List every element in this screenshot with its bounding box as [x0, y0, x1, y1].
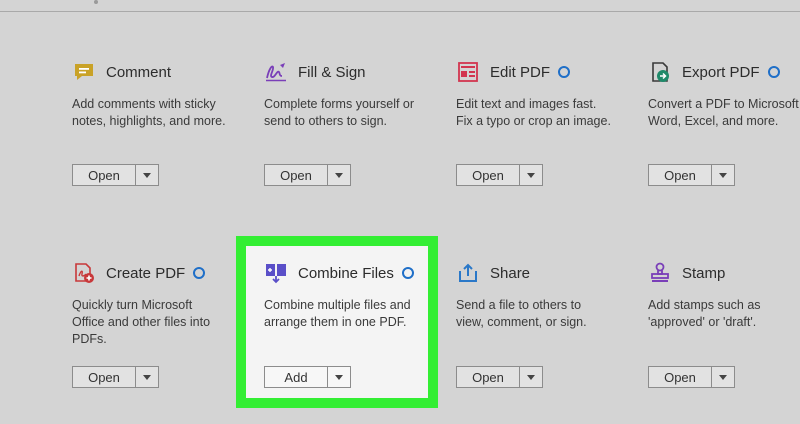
fill-sign-button-group[interactable]: Open [264, 164, 351, 186]
dropdown-arrow-button[interactable] [136, 367, 158, 387]
tool-title: Create PDF [106, 264, 186, 282]
premium-badge-icon [401, 267, 414, 279]
tool-title: Combine Files [298, 264, 394, 282]
open-button[interactable]: Open [649, 165, 712, 185]
chevron-down-icon [335, 374, 343, 380]
edit-pdf-icon [456, 60, 480, 84]
tool-description: Edit text and images fast. Fix a typo or… [456, 97, 611, 128]
chevron-down-icon [719, 374, 727, 380]
tool-share[interactable]: Share Send a file to others to view, com… [456, 261, 631, 331]
tool-title: Export PDF [682, 63, 760, 81]
open-button[interactable]: Open [457, 367, 520, 387]
open-button[interactable]: Open [649, 367, 712, 387]
tool-export-pdf[interactable]: Export PDF Convert a PDF to Microsoft Wo… [648, 60, 800, 130]
dropdown-arrow-button[interactable] [136, 165, 158, 185]
create-pdf-button-group[interactable]: Open [72, 366, 159, 388]
tool-comment[interactable]: Comment Add comments with sticky notes, … [72, 60, 247, 130]
open-button[interactable]: Open [73, 165, 136, 185]
chevron-down-icon [527, 374, 535, 380]
tool-description: Complete forms yourself or send to other… [264, 97, 415, 128]
add-button[interactable]: Add [265, 367, 328, 387]
create-pdf-icon [72, 261, 96, 285]
dropdown-arrow-button[interactable] [712, 367, 734, 387]
premium-badge-icon [767, 66, 780, 78]
stamp-icon [648, 261, 672, 285]
tool-title: Share [490, 264, 531, 282]
dropdown-arrow-button[interactable] [520, 165, 542, 185]
tool-stamp[interactable]: Stamp Add stamps such as 'approved' or '… [648, 261, 800, 331]
stamp-button-group[interactable]: Open [648, 366, 735, 388]
tool-create-pdf[interactable]: Create PDF Quickly turn Microsoft Office… [72, 261, 247, 348]
share-icon [456, 261, 480, 285]
tool-description: Combine multiple files and arrange them … [264, 298, 411, 329]
export-pdf-button-group[interactable]: Open [648, 164, 735, 186]
premium-badge-icon [193, 267, 206, 279]
top-dot [94, 0, 98, 4]
comment-button-group[interactable]: Open [72, 164, 159, 186]
chevron-down-icon [719, 172, 727, 178]
tool-description: Convert a PDF to Microsoft Word, Excel, … [648, 97, 799, 128]
tool-title: Edit PDF [490, 63, 551, 81]
tool-title: Stamp [682, 264, 726, 282]
tool-description: Quickly turn Microsoft Office and other … [72, 298, 211, 346]
share-button-group[interactable]: Open [456, 366, 543, 388]
dropdown-arrow-button[interactable] [520, 367, 542, 387]
tool-edit-pdf[interactable]: Edit PDF Edit text and images fast. Fix … [456, 60, 631, 130]
tool-description: Add stamps such as 'approved' or 'draft'… [648, 298, 761, 329]
combine-files-button-group[interactable]: Add [264, 366, 351, 388]
open-button[interactable]: Open [265, 165, 328, 185]
tool-title: Comment [106, 63, 172, 81]
open-button[interactable]: Open [73, 367, 136, 387]
top-divider [0, 11, 800, 12]
comment-icon [72, 60, 96, 84]
dropdown-arrow-button[interactable] [328, 367, 350, 387]
chevron-down-icon [527, 172, 535, 178]
export-pdf-icon [648, 60, 672, 84]
signature-pen-icon [264, 60, 288, 84]
tool-title: Fill & Sign [298, 63, 366, 81]
edit-pdf-button-group[interactable]: Open [456, 164, 543, 186]
chevron-down-icon [143, 172, 151, 178]
dropdown-arrow-button[interactable] [712, 165, 734, 185]
open-button[interactable]: Open [457, 165, 520, 185]
tool-combine-files[interactable]: Combine Files Combine multiple files and… [264, 261, 439, 331]
dropdown-arrow-button[interactable] [328, 165, 350, 185]
tool-fill-sign[interactable]: Fill & Sign Complete forms yourself or s… [264, 60, 439, 130]
chevron-down-icon [143, 374, 151, 380]
combine-files-icon [264, 261, 288, 285]
chevron-down-icon [335, 172, 343, 178]
premium-badge-icon [558, 66, 571, 78]
tool-description: Add comments with sticky notes, highligh… [72, 97, 226, 128]
tool-description: Send a file to others to view, comment, … [456, 298, 587, 329]
